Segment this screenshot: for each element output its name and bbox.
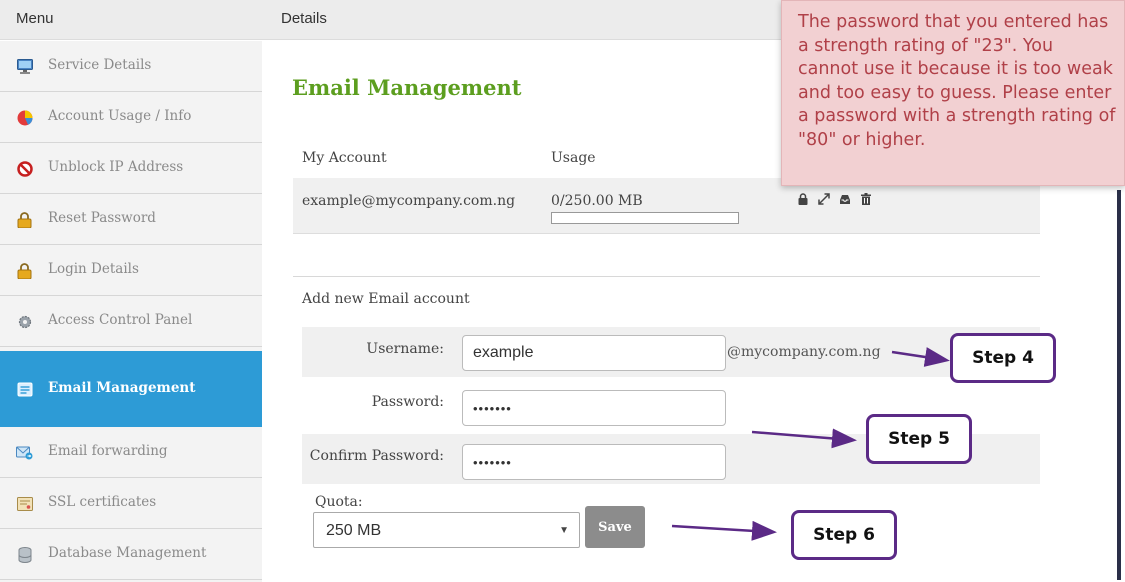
add-account-heading: Add new Email account — [302, 291, 470, 307]
email-forward-icon — [16, 444, 33, 461]
inbox-icon[interactable] — [839, 193, 851, 205]
sidebar-item-reset-password[interactable]: Reset Password — [0, 194, 262, 245]
sidebar-item-label: Service Details — [48, 57, 152, 73]
lock-icon — [16, 262, 33, 279]
confirm-password-input[interactable] — [462, 444, 726, 480]
password-input[interactable] — [462, 390, 726, 426]
step-5-callout: Step 5 — [866, 414, 972, 464]
usage-value: 0/250.00 MB — [551, 193, 643, 209]
details-heading: Details — [281, 10, 327, 27]
quota-select[interactable]: 250 MB ▼ — [313, 512, 580, 548]
column-header-account: My Account — [302, 150, 387, 166]
sidebar-item-email-forwarding[interactable]: Email forwarding — [0, 427, 262, 478]
sidebar: Service Details Account Usage / Info Unb… — [0, 41, 262, 582]
sidebar-item-email-management[interactable]: Email Management — [0, 351, 262, 427]
certificate-icon — [16, 495, 33, 512]
sidebar-item-label: Email forwarding — [48, 443, 168, 459]
step-6-callout: Step 6 — [791, 510, 897, 560]
sidebar-item-service-details[interactable]: Service Details — [0, 41, 262, 92]
sidebar-item-label: Account Usage / Info — [48, 108, 192, 124]
sidebar-item-label: Email Management — [48, 380, 196, 396]
sidebar-item-label: Database Management — [48, 545, 207, 561]
quota-label: Quota: — [315, 494, 363, 510]
lock-icon[interactable] — [797, 193, 809, 205]
sidebar-item-access-control-panel[interactable]: Access Control Panel — [0, 296, 262, 347]
sidebar-item-label: SSL certificates — [48, 494, 157, 510]
account-email: example@mycompany.com.ng — [302, 193, 516, 209]
chevron-down-icon: ▼ — [559, 525, 569, 536]
email-icon — [16, 381, 33, 398]
page-title: Email Management — [292, 75, 522, 100]
confirm-password-label: Confirm Password: — [309, 448, 444, 464]
pie-chart-icon — [16, 109, 33, 126]
column-header-usage: Usage — [551, 150, 596, 166]
step-4-callout: Step 4 — [950, 333, 1056, 383]
password-strength-warning: The password that you entered has a stre… — [781, 0, 1125, 186]
section-divider — [293, 276, 1040, 277]
gear-icon — [16, 313, 33, 330]
usage-progress-bar — [551, 212, 739, 224]
username-label: Username: — [366, 341, 444, 357]
right-border-line — [1117, 190, 1121, 580]
row-actions — [797, 193, 872, 205]
monitor-icon — [16, 58, 33, 75]
menu-heading: Menu — [16, 10, 54, 27]
save-button[interactable]: Save — [585, 506, 645, 548]
domain-suffix: @mycompany.com.ng — [727, 344, 881, 360]
sidebar-item-unblock-ip[interactable]: Unblock IP Address — [0, 143, 262, 194]
trash-icon[interactable] — [860, 193, 872, 205]
sidebar-item-login-details[interactable]: Login Details — [0, 245, 262, 296]
database-icon — [16, 546, 33, 563]
sidebar-item-database-management[interactable]: Database Management — [0, 529, 262, 580]
username-input[interactable] — [462, 335, 726, 371]
lock-icon — [16, 211, 33, 228]
expand-icon[interactable] — [818, 193, 830, 205]
sidebar-item-label: Reset Password — [48, 210, 156, 226]
quota-selected-value: 250 MB — [326, 522, 382, 539]
password-label: Password: — [371, 394, 444, 410]
sidebar-item-label: Unblock IP Address — [48, 159, 184, 175]
sidebar-item-label: Access Control Panel — [48, 312, 193, 328]
block-icon — [16, 160, 33, 177]
sidebar-item-label: Login Details — [48, 261, 139, 277]
sidebar-item-ssl-certificates[interactable]: SSL certificates — [0, 478, 262, 529]
sidebar-item-account-usage[interactable]: Account Usage / Info — [0, 92, 262, 143]
